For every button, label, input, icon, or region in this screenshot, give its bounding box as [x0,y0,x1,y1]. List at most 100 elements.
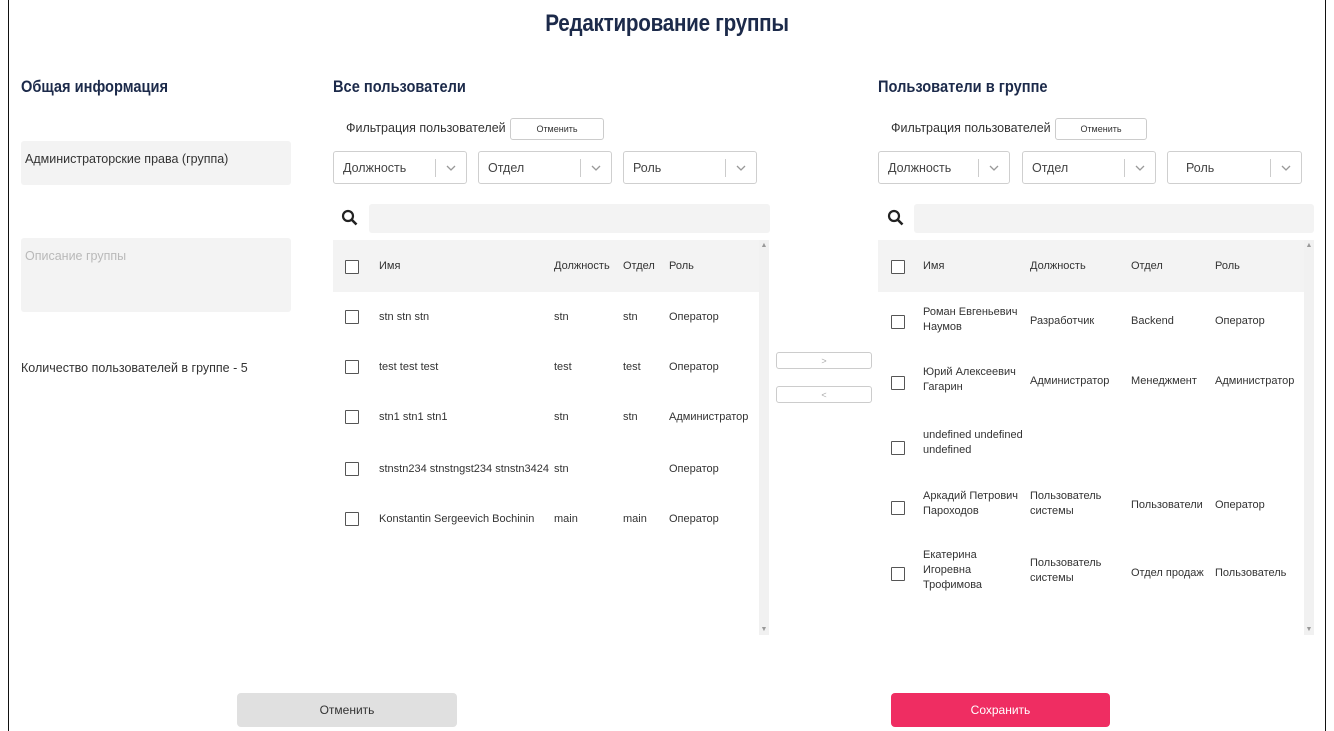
cell-name-line: Роман Евгеньевич [923,306,1018,318]
cell-name: Konstantin Sergeevich Bochinin [379,513,535,525]
cell-position-line: системы [1030,572,1074,584]
all-users-scrollbar[interactable]: ▲ ▼ [759,240,769,635]
all-users-department-select[interactable]: Отдел [478,151,612,184]
cell-role: Оператор [1215,315,1265,327]
remove-from-group-button[interactable]: < [776,386,872,403]
cell-position: Пользователь системы [1030,556,1101,586]
table-row[interactable]: Екатерина Игоревна Трофимова Пользователь с… [878,536,1304,612]
chevron-down-icon [979,165,1009,171]
group-users-cancel-filter-button[interactable]: Отменить [1055,118,1147,140]
row-checkbox[interactable] [891,441,905,455]
chevron-down-icon [1125,165,1155,171]
cell-department: Отдел продаж [1131,567,1204,579]
group-users-scrollbar[interactable]: ▲ ▼ [1304,240,1314,635]
row-checkbox[interactable] [345,310,359,324]
cell-role: Оператор [669,311,719,323]
cell-position: stn [554,311,569,323]
cell-department: Пользователи [1131,499,1203,511]
scroll-down-icon[interactable]: ▼ [759,626,769,633]
table-row[interactable]: stnstn234 stnstngst234 stnstn3424 stn Оп… [333,444,759,496]
column-header-name: Имя [379,260,401,272]
scroll-up-icon[interactable]: ▲ [759,242,769,249]
table-header: Имя Должность Отдел Роль [878,240,1304,292]
chevron-down-icon [581,165,611,171]
chevron-down-icon [436,165,466,171]
column-header-position: Должность [554,260,610,272]
cell-position: stn [554,411,569,423]
table-row[interactable]: stn stn stn stn stn Оператор [333,292,759,342]
cell-role: Администратор [669,411,749,423]
cell-name: Аркадий Петрович Пароходов [923,489,1018,519]
row-checkbox[interactable] [345,410,359,424]
table-row[interactable]: Роман Евгеньевич Наумов Разработчик Backe… [878,292,1304,350]
all-users-search-input[interactable] [369,204,770,233]
group-users-search-input[interactable] [914,204,1314,233]
select-value: Должность [343,160,407,175]
cell-name: undefined undefined undefined [923,428,1023,458]
cell-position-line: Пользователь [1030,490,1102,502]
row-checkbox[interactable] [345,360,359,374]
add-to-group-button[interactable]: > [776,352,872,369]
column-header-department: Отдел [623,260,655,272]
row-checkbox[interactable] [891,501,905,515]
scroll-up-icon[interactable]: ▲ [1304,242,1314,249]
column-header-department: Отдел [1131,260,1163,272]
column-header-name: Имя [923,260,945,272]
cell-role: Оператор [1215,499,1265,511]
cell-name-line: Екатерина [923,549,977,561]
group-users-department-select[interactable]: Отдел [1022,151,1156,184]
cell-name: test test test [379,361,439,373]
all-users-role-select[interactable]: Роль [623,151,757,184]
cell-name: stn1 stn1 stn1 [379,411,448,423]
user-count-text: Количество пользователей в группе - 5 [21,361,248,375]
cell-name: Юрий Алексеевич Гагарин [923,365,1016,395]
cell-position: test [554,361,572,373]
row-checkbox[interactable] [345,462,359,476]
scroll-down-icon[interactable]: ▼ [1304,626,1314,633]
column-header-position: Должность [1030,260,1086,272]
row-checkbox[interactable] [891,567,905,581]
select-value: Отдел [1032,160,1069,175]
cell-position: main [554,513,578,525]
group-users-role-select[interactable]: Роль [1167,151,1302,184]
select-value: Должность [888,160,952,175]
group-users-table: Имя Должность Отдел Роль Роман Евгеньеви… [878,240,1314,635]
chevron-down-icon [1271,165,1301,171]
cell-department: Backend [1131,315,1174,327]
group-description-field[interactable]: Описание группы [21,238,291,312]
table-row[interactable]: test test test test test Оператор [333,342,759,392]
select-all-checkbox[interactable] [891,260,905,274]
table-row[interactable]: Аркадий Петрович Пароходов Пользователь си… [878,474,1304,536]
row-checkbox[interactable] [345,512,359,526]
cell-name-line: Юрий Алексеевич [923,366,1016,378]
all-users-heading: Все пользователи [333,77,466,96]
row-checkbox[interactable] [891,315,905,329]
cell-name-line: Гагарин [923,381,963,393]
cancel-button[interactable]: Отменить [237,693,457,727]
row-checkbox[interactable] [891,376,905,390]
table-row[interactable]: stn1 stn1 stn1 stn stn Администратор [333,392,759,444]
cell-department: test [623,361,641,373]
all-users-filter-label: Фильтрация пользователей [346,121,506,135]
all-users-position-select[interactable]: Должность [333,151,467,184]
cell-name-line: Трофимова [923,579,983,591]
cell-position: Администратор [1030,375,1110,387]
group-name-field[interactable]: Администраторские права (группа) [21,141,291,185]
save-button[interactable]: Сохранить [891,693,1110,727]
all-users-table: Имя Должность Отдел Роль stn stn stn stn… [333,240,769,635]
all-users-cancel-filter-button[interactable]: Отменить [510,118,604,140]
table-header: Имя Должность Отдел Роль [333,240,759,292]
search-icon [887,209,904,226]
cell-name-line: Пароходов [923,505,979,517]
cell-name: Екатерина Игоревна Трофимова [923,548,982,593]
search-icon [341,209,358,226]
cell-name: Роман Евгеньевич Наумов [923,305,1018,335]
group-users-position-select[interactable]: Должность [878,151,1010,184]
cell-department: stn [623,411,638,423]
select-all-checkbox[interactable] [345,260,359,274]
table-row[interactable]: undefined undefined undefined [878,412,1304,474]
column-header-role: Роль [669,260,694,272]
table-row[interactable]: Konstantin Sergeevich Bochinin main main… [333,496,759,548]
cell-department: Менеджмент [1131,375,1197,387]
table-row[interactable]: Юрий Алексеевич Гагарин Администратор Мен… [878,350,1304,412]
